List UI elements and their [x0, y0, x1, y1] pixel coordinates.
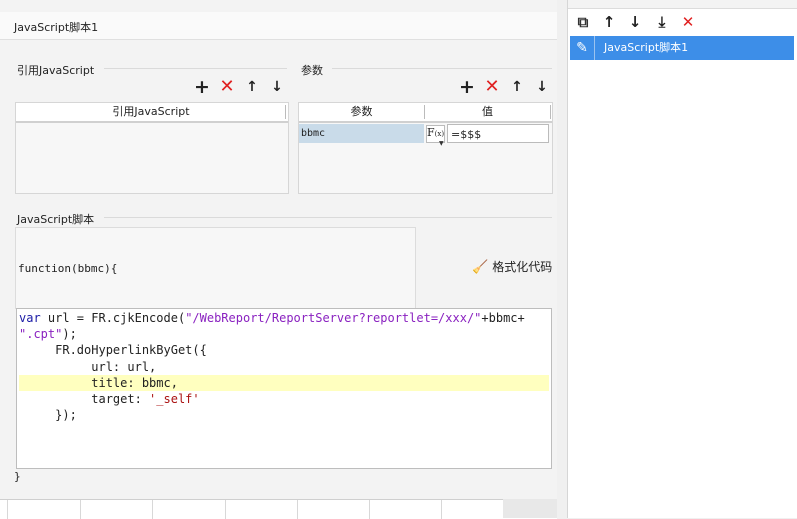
column-header-referenced-js[interactable]: 引用JavaScript: [16, 103, 286, 121]
script-list-panel: ⧉ ↑ ↓ ⤓ ✕ ✎ JavaScript脚本1: [567, 0, 797, 518]
code-line-2: ".cpt");: [19, 327, 77, 341]
table-header: 引用JavaScript: [16, 103, 288, 123]
param-move-down-button[interactable]: ↓: [533, 78, 551, 96]
function-signature-box: function(bbmc){: [15, 227, 416, 309]
column-separator: [285, 105, 286, 119]
code-editor[interactable]: var url = FR.cjkEncode("/WebReport/Repor…: [16, 308, 552, 469]
report-grid-strip[interactable]: [0, 499, 557, 519]
column-header-param[interactable]: 参数: [299, 103, 424, 121]
param-move-up-button[interactable]: ↑: [508, 78, 526, 96]
section-divider: [104, 68, 287, 69]
chevron-down-icon[interactable]: ▼: [439, 140, 444, 147]
script-list-item-label: JavaScript脚本1: [604, 41, 689, 54]
javascript-dialog: JavaScript脚本1 引用JavaScript + ✕ ↑ ↓ 引用Jav…: [0, 0, 557, 519]
section-divider: [104, 217, 552, 218]
ref-add-button[interactable]: +: [193, 78, 211, 97]
script-section-label: JavaScript脚本: [17, 213, 95, 226]
referenced-js-table[interactable]: 引用JavaScript: [15, 102, 289, 194]
scrollbar[interactable]: [503, 499, 557, 518]
section-divider: [332, 68, 552, 69]
dialog-title: JavaScript脚本1: [14, 21, 99, 34]
formula-icon-sub: (x): [434, 130, 445, 138]
copy-icon[interactable]: ⧉: [574, 12, 592, 32]
code-line-3: FR.doHyperlinkByGet({: [19, 343, 207, 357]
format-code-label: 格式化代码: [492, 260, 553, 274]
format-code-button[interactable]: 🧹 格式化代码: [472, 258, 552, 276]
code-line-4: url: url,: [19, 360, 157, 374]
param-add-button[interactable]: +: [458, 78, 476, 97]
dialog-title-bar: JavaScript脚本1: [0, 12, 557, 40]
column-separator: [550, 105, 551, 119]
table-header: 参数 值: [299, 103, 552, 123]
panel-divider: [557, 0, 567, 518]
param-name-cell[interactable]: bbmc: [299, 124, 424, 143]
params-table[interactable]: 参数 值 bbmc F(x) ▼ =$$$: [298, 102, 553, 194]
panel-header-strip: [568, 0, 797, 9]
column-header-value[interactable]: 值: [425, 103, 550, 121]
referenced-js-label: 引用JavaScript: [17, 64, 95, 77]
param-delete-button[interactable]: ✕: [483, 78, 501, 96]
broom-icon: 🧹: [472, 260, 489, 275]
pencil-icon: ✎: [570, 36, 595, 60]
function-closing-brace: }: [14, 470, 21, 483]
ref-move-up-button[interactable]: ↑: [243, 78, 261, 96]
params-label: 参数: [301, 64, 323, 77]
ref-delete-button[interactable]: ✕: [218, 78, 236, 96]
code-line-7: });: [19, 408, 77, 422]
code-line-5-current: title: bbmc,: [19, 375, 549, 391]
code-line-1: var url = FR.cjkEncode("/WebReport/Repor…: [19, 311, 525, 325]
list-move-up-button[interactable]: ↑: [600, 12, 618, 32]
code-line-6: target: '_self': [19, 392, 200, 406]
param-value-input[interactable]: =$$$: [447, 124, 549, 143]
list-move-down-button[interactable]: ↓: [626, 12, 644, 32]
formula-icon: F: [427, 126, 435, 139]
function-signature: function(bbmc){: [18, 262, 118, 275]
list-delete-button[interactable]: ✕: [679, 12, 697, 32]
ref-move-down-button[interactable]: ↓: [268, 78, 286, 96]
script-list-item[interactable]: ✎ JavaScript脚本1: [570, 36, 794, 60]
move-to-bottom-button[interactable]: ⤓: [653, 12, 671, 32]
